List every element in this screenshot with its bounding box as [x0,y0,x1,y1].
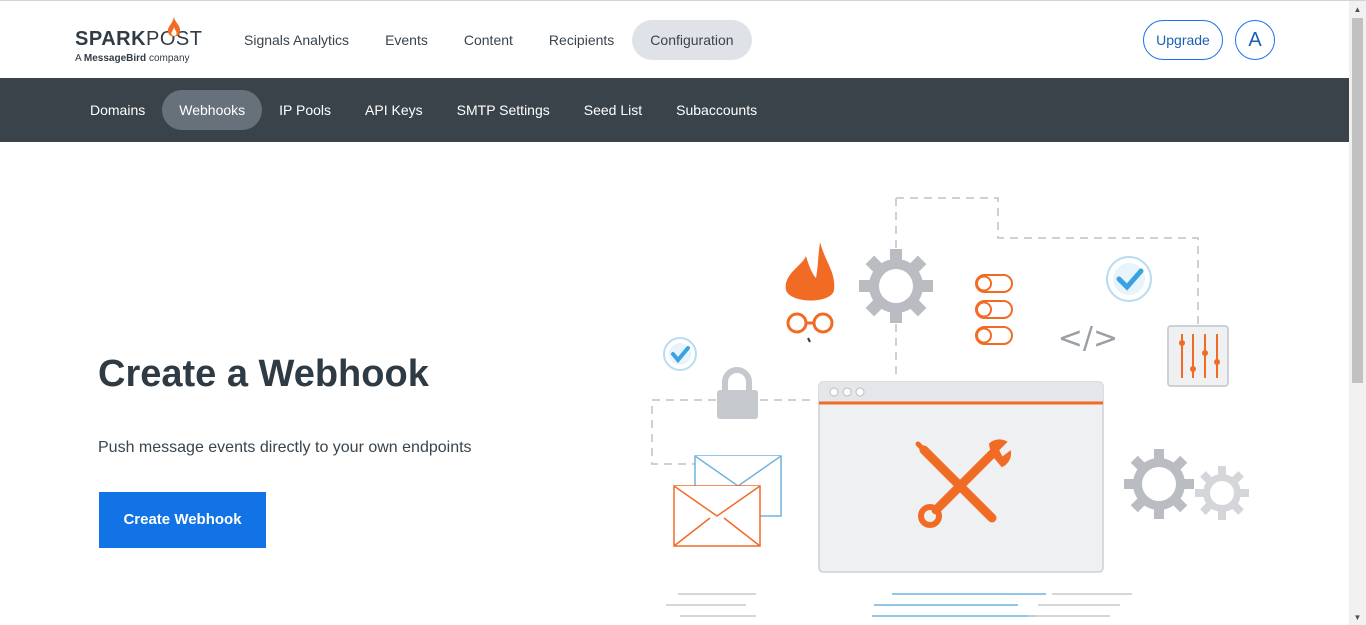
webhook-illustration: </> [651,197,1249,617]
page: SPARKPOST A MessageBird company Signals … [0,0,1366,625]
sparkpost-logo[interactable]: SPARKPOST A MessageBird company [75,17,210,67]
gear-large-icon [1124,449,1194,519]
nav-item-recipients[interactable]: Recipients [531,20,632,60]
configuration-sub-nav: Domains Webhooks IP Pools API Keys SMTP Sett… [73,90,774,130]
top-navigation: SPARKPOST A MessageBird company Signals … [0,1,1349,78]
tab-domains[interactable]: Domains [73,90,162,130]
tab-webhooks[interactable]: Webhooks [162,90,263,130]
tab-subaccounts[interactable]: Subaccounts [659,90,774,130]
tab-smtp-settings[interactable]: SMTP Settings [440,90,567,130]
gear-icon [859,249,933,323]
nav-item-signals-analytics[interactable]: Signals Analytics [226,20,367,60]
envelope-front-icon [673,485,761,547]
browser-window-icon [818,381,1104,573]
tab-api-keys[interactable]: API Keys [348,90,440,130]
toggle-switches-icon [975,274,1013,345]
page-title: Create a Webhook [98,353,429,395]
tab-ip-pools[interactable]: IP Pools [262,90,348,130]
code-brackets-icon: </> [1058,321,1118,356]
sliders-panel-icon [1167,325,1229,387]
scroll-up-arrow-icon[interactable]: ▲ [1349,1,1366,18]
check-badge-icon [1106,256,1152,302]
upgrade-button[interactable]: Upgrade [1143,20,1223,60]
nav-item-content[interactable]: Content [446,20,531,60]
nav-item-configuration[interactable]: Configuration [632,20,752,60]
logo-wordmark: SPARKPOST [75,28,203,50]
vertical-scrollbar[interactable]: ▲ ▼ [1349,1,1366,625]
page-description: Push message events directly to your own… [98,439,472,456]
scrollbar-thumb[interactable] [1352,18,1363,383]
tab-seed-list[interactable]: Seed List [567,90,659,130]
logo-tagline: A MessageBird company [75,53,190,64]
check-badge-small-icon [663,337,697,371]
sub-navigation: Domains Webhooks IP Pools API Keys SMTP Sett… [0,78,1349,142]
nav-item-events[interactable]: Events [367,20,446,60]
main-nav: Signals Analytics Events Content Recipients… [226,20,752,60]
gear-small-icon [1195,466,1249,520]
create-webhook-button[interactable]: Create Webhook [99,492,266,548]
padlock-icon [717,367,758,419]
scroll-down-arrow-icon[interactable]: ▼ [1349,609,1366,625]
decorative-lines [666,593,1132,617]
account-avatar-button[interactable]: A [1235,20,1275,60]
flame-icon [167,17,181,37]
flame-mascot-icon [785,242,835,343]
